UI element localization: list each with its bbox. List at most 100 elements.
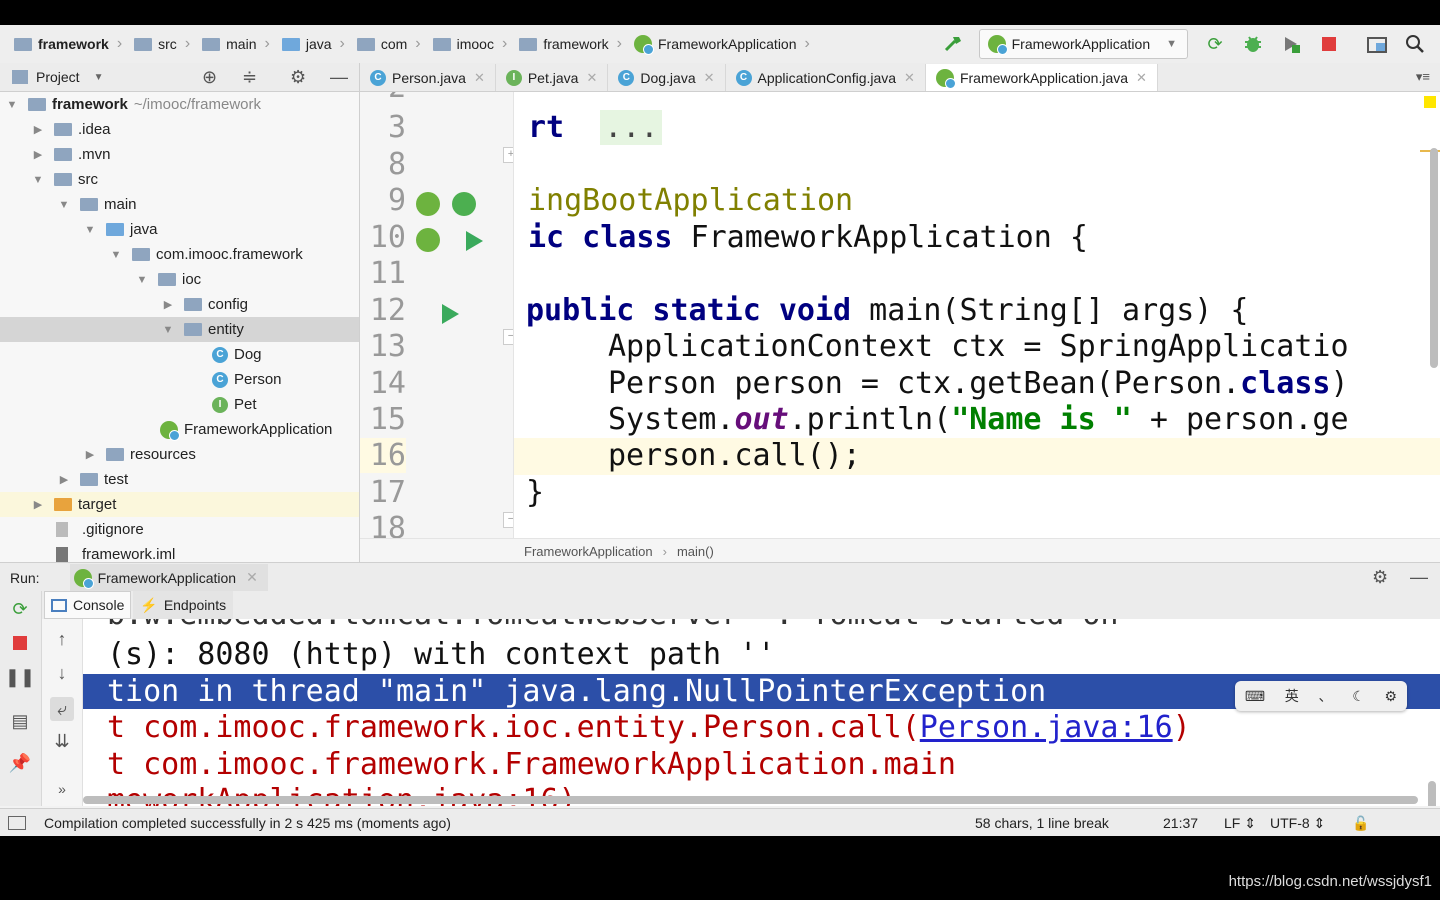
caret-position[interactable]: 21:37 (1163, 815, 1198, 831)
editor-vertical-scrollbar[interactable] (1430, 148, 1438, 368)
tab-console[interactable]: Console (44, 591, 132, 619)
spring-boot-gutter-icon[interactable] (416, 228, 440, 252)
breadcrumb-class[interactable]: FrameworkApplication (524, 544, 653, 559)
collapsed-arrow-icon[interactable]: ▶ (58, 473, 70, 486)
crumb-main[interactable]: main › (202, 35, 276, 53)
more-icon[interactable]: » (50, 777, 74, 801)
spring-bean-gutter-icon[interactable] (416, 192, 440, 216)
run-main-gutter-icon[interactable] (440, 303, 460, 330)
crumb-java[interactable]: java › (281, 35, 351, 53)
encoding-select[interactable]: UTF-8 ⇕ (1270, 815, 1325, 832)
gear-icon[interactable]: ⚙ (290, 67, 306, 88)
close-icon[interactable]: ✕ (1136, 70, 1147, 86)
breadcrumb-method[interactable]: main() (677, 544, 714, 559)
console-vertical-scrollbar[interactable] (1428, 781, 1436, 806)
tool-windows-toggle-icon[interactable] (8, 816, 26, 830)
tab-person-java[interactable]: C Person.java ✕ (360, 64, 496, 91)
expanded-arrow-icon[interactable]: ▼ (84, 224, 96, 236)
run-config-tab[interactable]: FrameworkApplication ✕ (69, 563, 268, 592)
stop-icon[interactable] (1316, 31, 1342, 57)
tab-endpoints[interactable]: ⚡ Endpoints (133, 591, 234, 619)
moon-icon[interactable]: ☾ (1352, 688, 1365, 705)
pause-icon[interactable]: ❚❚ (5, 665, 35, 689)
crumb-com[interactable]: com › (356, 35, 427, 53)
tree-item-frameworkapplication[interactable]: FrameworkApplication (0, 417, 359, 442)
project-structure-icon[interactable] (1364, 31, 1390, 57)
minimize-icon[interactable]: — (330, 67, 348, 88)
tree-item-com-imooc-framework[interactable]: ▼ com.imooc.framework (0, 242, 359, 267)
tree-item-config[interactable]: ▶ config (0, 292, 359, 317)
collapsed-arrow-icon[interactable]: ▶ (162, 298, 174, 311)
tree-item-ioc[interactable]: ▼ ioc (0, 267, 359, 292)
collapsed-arrow-icon[interactable]: ▶ (84, 448, 96, 461)
crumb-frameworkapplication[interactable]: FrameworkApplication › (634, 35, 816, 55)
crumb-imooc[interactable]: imooc › (432, 35, 514, 53)
collapsed-arrow-icon[interactable]: ▶ (32, 148, 44, 161)
fold-icon[interactable]: − (503, 512, 513, 528)
status-message[interactable]: Compilation completed successfully in 2 … (44, 815, 451, 831)
tree-item-src[interactable]: ▼ src (0, 167, 359, 192)
collapsed-arrow-icon[interactable]: ▶ (32, 123, 44, 136)
tree-item-target[interactable]: ▶ target (0, 492, 359, 517)
close-icon[interactable]: ✕ (586, 70, 597, 86)
chevron-down-icon[interactable]: ▼ (94, 72, 104, 83)
arrow-down-icon[interactable]: ↓ (50, 661, 74, 685)
arrow-up-icon[interactable]: ↑ (50, 627, 74, 651)
tree-item-idea[interactable]: ▶ .idea (0, 117, 359, 142)
tab-dog-java[interactable]: C Dog.java ✕ (608, 64, 726, 91)
console-output[interactable]: b.w.embedded.tomcat.TomcatWebServer : To… (83, 619, 1440, 806)
expanded-arrow-icon[interactable]: ▼ (58, 199, 70, 211)
tab-pet-java[interactable]: I Pet.java ✕ (496, 64, 609, 91)
close-icon[interactable]: ✕ (904, 70, 915, 86)
crumb-framework-package[interactable]: framework › (519, 35, 628, 53)
tree-item-pet[interactable]: I Pet (0, 392, 359, 417)
crumb-framework[interactable]: framework › (14, 35, 128, 53)
ime-language-toggle[interactable]: 英 (1285, 686, 1299, 706)
stacktrace-link[interactable]: Person.java:16 (920, 710, 1173, 745)
tree-item-dog[interactable]: C Dog (0, 342, 359, 367)
tab-applicationconfig-java[interactable]: C ApplicationConfig.java ✕ (726, 64, 926, 91)
expanded-arrow-icon[interactable]: ▼ (32, 174, 44, 186)
tree-item-entity[interactable]: ▼ entity (0, 317, 359, 342)
dump-threads-icon[interactable]: ▤ (8, 709, 32, 733)
tree-item-test[interactable]: ▶ test (0, 467, 359, 492)
run-with-coverage-icon[interactable] (1278, 31, 1304, 57)
minimize-icon[interactable]: — (1410, 567, 1428, 588)
search-icon[interactable] (1402, 31, 1428, 57)
tree-item-framework-iml[interactable]: framework.iml (0, 542, 359, 562)
tree-item-gitignore[interactable]: .gitignore (0, 517, 359, 542)
expanded-arrow-icon[interactable]: ▼ (110, 249, 122, 261)
debug-bug-icon[interactable] (1240, 31, 1266, 57)
run-configuration-select[interactable]: FrameworkApplication ▼ (978, 29, 1188, 59)
keyboard-icon[interactable]: ⌨ (1245, 688, 1265, 705)
tree-item-mvn[interactable]: ▶ .mvn (0, 142, 359, 167)
close-icon[interactable]: ✕ (246, 569, 258, 586)
tree-item-person[interactable]: C Person (0, 367, 359, 392)
console-horizontal-scrollbar[interactable] (83, 796, 1418, 804)
stop-icon[interactable] (8, 631, 32, 655)
expanded-arrow-icon[interactable]: ▼ (6, 99, 18, 111)
close-icon[interactable]: ✕ (474, 70, 485, 86)
expanded-arrow-icon[interactable]: ▼ (162, 324, 174, 336)
expanded-arrow-icon[interactable]: ▼ (136, 274, 148, 286)
line-separator-select[interactable]: LF ⇕ (1224, 815, 1256, 832)
collapse-all-icon[interactable]: ≑ (242, 67, 257, 88)
tree-item-framework[interactable]: ▼ framework ~/imooc/framework (0, 92, 359, 117)
tree-item-main[interactable]: ▼ main (0, 192, 359, 217)
rerun-icon[interactable]: ⟳ (1202, 31, 1228, 57)
fold-icon[interactable]: + (503, 147, 513, 163)
build-hammer-icon[interactable] (941, 31, 967, 57)
input-method-bar[interactable]: ⌨ 英 、 ☾ ⚙ (1235, 681, 1407, 711)
project-view-selector[interactable]: Project (36, 69, 80, 85)
rerun-icon[interactable]: ⟳ (8, 597, 32, 621)
spring-components-gutter-icon[interactable] (452, 192, 476, 216)
gear-icon[interactable]: ⚙ (1372, 567, 1388, 588)
lock-icon[interactable]: 🔓 (1352, 815, 1369, 832)
collapsed-arrow-icon[interactable]: ▶ (32, 498, 44, 511)
tree-item-resources[interactable]: ▶ resources (0, 442, 359, 467)
scroll-to-end-icon[interactable]: ⇊ (50, 729, 74, 753)
tab-list-menu-icon[interactable]: ▾≡ (1416, 69, 1430, 85)
locate-target-icon[interactable]: ⊕ (202, 67, 217, 88)
crumb-src[interactable]: src › (134, 35, 196, 53)
fold-icon[interactable]: − (503, 329, 513, 345)
